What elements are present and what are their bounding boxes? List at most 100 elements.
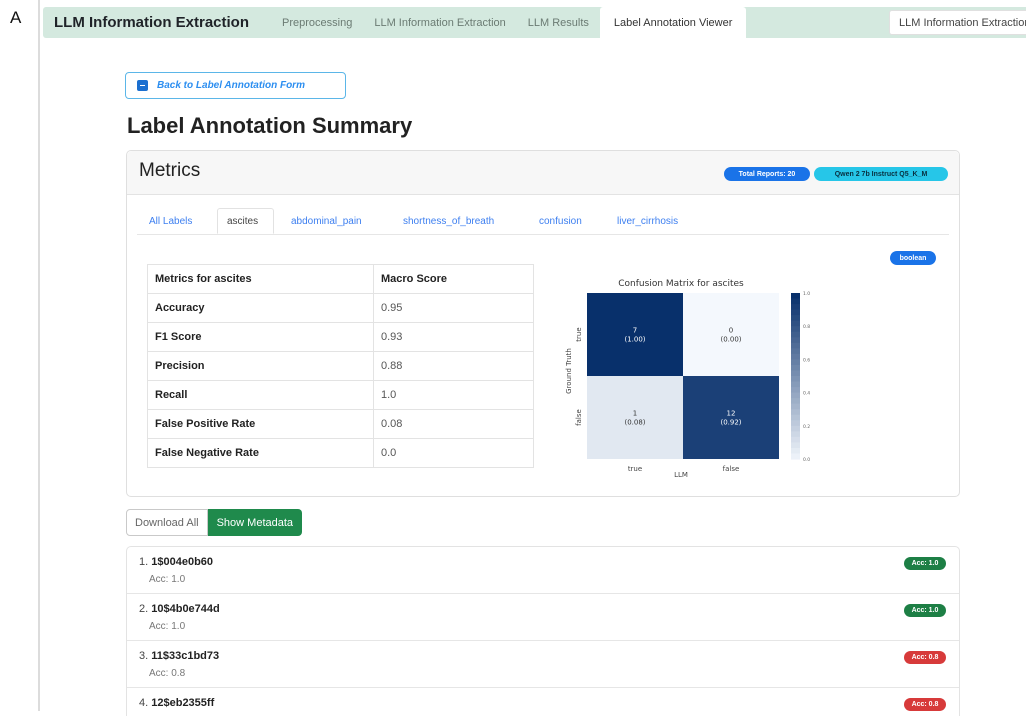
table-row: Accuracy 0.95 [147,293,534,323]
colorbar-segment [791,453,800,460]
reports-list: 1. 1$004e0b60 Acc: 1.0 Acc: 1.0 2. 10$4b… [126,546,960,716]
back-button-label: Back to Label Annotation Form [157,80,305,91]
metric-name: Accuracy [147,293,374,323]
colorbar-segment [791,326,800,333]
x-tick-label: false [723,465,740,473]
colorbar-segment [791,431,800,438]
cell-count-label: 1 [633,410,637,418]
report-id: 10$4b0e744d [151,603,220,615]
item-index: 1. [139,556,149,568]
colorbar-segment [791,304,800,311]
report-accuracy: Acc: 1.0 [149,621,186,632]
cell-ratio-label: (0.08) [624,419,645,427]
y-tick-label: true [575,327,583,341]
tab-all-labels[interactable]: All Labels [149,208,192,234]
metrics-card: Metrics Total Reports: 20 Qwen 2 7b Inst… [126,150,960,497]
report-accuracy: Acc: 1.0 [149,574,186,585]
back-arrow-icon [137,80,148,91]
accuracy-badge: Acc: 0.8 [904,698,946,711]
colorbar-segment [791,414,800,421]
report-id: 1$004e0b60 [151,556,214,568]
colorbar-segment [791,436,800,443]
colorbar-segment [791,298,800,305]
colorbar-segment [791,376,800,383]
model-badge: Qwen 2 7b Instruct Q5_K_M [814,167,948,181]
colorbar-segment [791,359,800,366]
nav-tab-llm-extraction[interactable]: LLM Information Extraction [363,7,516,38]
colorbar-segment [791,342,800,349]
metrics-card-header: Metrics Total Reports: 20 Qwen 2 7b Inst… [127,151,959,195]
nav-tab-llm-results[interactable]: LLM Results [517,7,600,38]
nav-tab-preprocessing[interactable]: Preprocessing [271,7,363,38]
brand-title[interactable]: LLM Information Extraction [54,14,249,31]
colorbar-tick-label: 0.2 [803,424,810,430]
list-item[interactable]: 2. 10$4b0e744d Acc: 1.0 Acc: 1.0 [127,594,959,641]
colorbar-segment [791,447,800,455]
matrix-cell [683,376,779,459]
tab-abdominal-pain[interactable]: abdominal_pain [291,208,362,234]
table-row: Recall 1.0 [147,380,534,410]
table-header-score: Macro Score [373,264,534,294]
colorbar-segment [791,364,800,372]
metric-value: 0.08 [373,409,534,439]
colorbar-segment [791,442,800,449]
show-metadata-button[interactable]: Show Metadata [207,509,303,536]
nav-tab-label-annotation-viewer[interactable]: Label Annotation Viewer [599,7,747,38]
cell-ratio-label: (0.00) [720,336,741,344]
colorbar-segment [791,293,800,300]
chart-title: Confusion Matrix for ascites [618,279,744,289]
chart-ylabel: Ground Truth [565,348,573,394]
list-item[interactable]: 4. 12$eb2355ff Acc: 0.8 [127,688,959,716]
accuracy-badge: Acc: 1.0 [904,557,946,570]
colorbar-tick-label: 0.0 [803,457,810,463]
metrics-title: Metrics [139,160,201,181]
tab-ascites[interactable]: ascites [217,208,274,234]
metric-name: False Negative Rate [147,438,374,468]
download-all-button[interactable]: Download All [126,509,208,536]
back-to-form-button[interactable]: Back to Label Annotation Form [125,72,346,99]
colorbar-tick-label: 0.4 [803,391,810,397]
type-badge: boolean [890,251,936,265]
total-reports-badge: Total Reports: 20 [724,167,810,181]
page-title: Label Annotation Summary [127,113,413,138]
colorbar-segment [791,370,800,377]
chart-xlabel: LLM [674,471,688,479]
accuracy-badge: Acc: 0.8 [904,651,946,664]
table-header-metric: Metrics for ascites [147,264,374,294]
colorbar-segment [791,337,800,344]
colorbar-segment [791,420,800,427]
item-index: 2. [139,603,149,615]
table-row: False Positive Rate 0.08 [147,409,534,439]
y-tick-label: false [575,409,583,426]
cell-count-label: 0 [729,327,733,335]
list-item[interactable]: 3. 11$33c1bd73 Acc: 0.8 Acc: 0.8 [127,641,959,688]
colorbar-segment [791,315,800,322]
tab-confusion[interactable]: confusion [539,208,582,234]
app-select[interactable]: LLM Information Extraction ⌄ [889,10,1026,35]
navbar: LLM Information Extraction Preprocessing… [43,7,1026,38]
colorbar-segment [791,353,800,360]
divider-line [38,0,40,711]
colorbar-segment [791,348,800,355]
matrix-cell [683,293,779,376]
report-accuracy: Acc: 0.8 [149,668,186,679]
cell-count-label: 12 [727,410,736,418]
x-tick-label: true [628,465,642,473]
cell-ratio-label: (1.00) [624,336,645,344]
tab-shortness-of-breath[interactable]: shortness_of_breath [403,208,494,234]
item-index: 3. [139,650,149,662]
action-buttons: Download All Show Metadata [126,509,303,536]
figure-label: A [10,8,22,27]
report-id: 12$eb2355ff [151,697,215,709]
report-id: 11$33c1bd73 [151,650,220,662]
label-tabs: All Labels ascites abdominal_pain shortn… [137,208,949,235]
item-index: 4. [139,697,149,709]
colorbar-segment [791,398,800,405]
colorbar-segment [791,392,800,399]
metric-value: 0.88 [373,351,534,381]
matrix-cell [587,293,683,376]
colorbar-segment [791,331,800,338]
tab-liver-cirrhosis[interactable]: liver_cirrhosis [617,208,678,234]
list-item[interactable]: 1. 1$004e0b60 Acc: 1.0 Acc: 1.0 [127,547,959,594]
colorbar-tick-label: 0.6 [803,357,810,363]
